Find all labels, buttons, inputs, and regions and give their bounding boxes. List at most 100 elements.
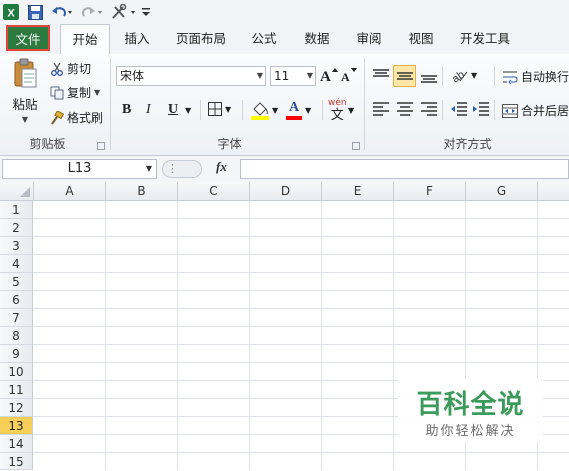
decrease-indent-icon	[450, 101, 468, 117]
tab-developer[interactable]: 开发工具	[452, 24, 518, 54]
row-header[interactable]: 15	[0, 453, 33, 470]
shrink-font-icon: A	[341, 67, 357, 83]
redo-icon[interactable]	[80, 2, 104, 22]
align-top-button[interactable]	[372, 68, 390, 84]
wrap-text-button[interactable]: 自动换行	[502, 68, 569, 85]
undo-icon[interactable]	[50, 2, 74, 22]
gridline	[177, 201, 178, 470]
row-header[interactable]: 14	[0, 435, 33, 453]
font-color-glyph: A	[289, 100, 300, 115]
name-box[interactable]: L13 ▼	[2, 159, 157, 179]
gridline	[33, 452, 569, 453]
phonetic-guide-button[interactable]: wén 文	[328, 98, 347, 123]
tab-file[interactable]: 文件	[6, 25, 50, 51]
row-header[interactable]: 6	[0, 291, 33, 309]
bold-button[interactable]: B	[122, 102, 131, 118]
row-header[interactable]: 2	[0, 219, 33, 237]
tab-review[interactable]: 审阅	[346, 24, 392, 54]
merge-center-button[interactable]: 合并后居	[502, 102, 569, 119]
borders-button[interactable]: ▼	[208, 102, 231, 116]
divider	[494, 66, 495, 86]
tab-insert[interactable]: 插入	[112, 24, 162, 54]
gridline	[33, 326, 569, 327]
gridline	[33, 236, 569, 237]
orientation-button[interactable]: ab ▼	[450, 67, 477, 83]
font-dialog-launcher-icon[interactable]	[352, 142, 360, 150]
decrease-indent-button[interactable]	[450, 101, 468, 117]
align-bottom-button[interactable]	[420, 68, 438, 84]
quick-access-toolbar: X	[0, 0, 569, 24]
merge-center-label: 合并后居	[521, 104, 569, 118]
copy-label: 复制	[67, 86, 92, 100]
row-header[interactable]: 9	[0, 345, 33, 363]
align-middle-button[interactable]	[393, 65, 416, 87]
tab-page-layout[interactable]: 页面布局	[166, 24, 236, 54]
gridline	[33, 290, 569, 291]
row-header[interactable]: 1	[0, 201, 33, 219]
ribbon: 粘贴 ▼ 剪切 复制 ▼ 格式刷 剪贴板 宋体 ▼ 11 ▼ A A B I U…	[0, 54, 569, 156]
svg-text:A: A	[341, 70, 350, 83]
phonetic-dropdown-icon[interactable]: ▼	[348, 106, 354, 115]
align-top-icon	[372, 68, 390, 84]
clipboard-dialog-launcher-icon[interactable]	[97, 142, 105, 150]
font-color-icon: A	[286, 100, 302, 120]
clipboard-group-label: 剪贴板	[29, 137, 66, 151]
scissors-icon	[50, 62, 64, 76]
formula-input[interactable]	[240, 159, 569, 179]
row-header[interactable]: 5	[0, 273, 33, 291]
svg-text:X: X	[7, 8, 15, 20]
save-icon[interactable]	[26, 2, 44, 22]
tab-home[interactable]: 开始	[60, 24, 110, 55]
fill-color-button[interactable]: ▼	[251, 100, 278, 120]
column-header[interactable]: D	[250, 182, 322, 201]
tab-formulas[interactable]: 公式	[240, 24, 288, 54]
align-center-icon	[396, 101, 414, 117]
row-header[interactable]: 8	[0, 327, 33, 345]
underline-dropdown-icon[interactable]: ▼	[185, 106, 191, 115]
gridline	[321, 201, 322, 470]
format-painter-button[interactable]: 格式刷	[50, 109, 103, 126]
font-color-button[interactable]: A ▼	[286, 100, 311, 120]
font-size-value: 11	[274, 69, 290, 83]
wrap-text-label: 自动换行	[521, 70, 569, 84]
align-right-button[interactable]	[420, 101, 438, 117]
column-header[interactable]: B	[106, 182, 178, 201]
row-header[interactable]: 12	[0, 399, 33, 417]
formula-bar-resize-handle[interactable]: ⋮	[162, 160, 202, 178]
tools-icon[interactable]	[110, 2, 138, 22]
column-header[interactable]: G	[466, 182, 538, 201]
tab-view[interactable]: 视图	[398, 24, 444, 54]
cut-button[interactable]: 剪切	[50, 60, 91, 77]
font-name-select[interactable]: 宋体 ▼	[116, 66, 266, 86]
paste-button[interactable]: 粘贴 ▼	[6, 58, 44, 124]
column-header[interactable]: E	[322, 182, 394, 201]
row-header[interactable]: 7	[0, 309, 33, 327]
customize-icon[interactable]	[140, 2, 152, 22]
select-all-corner[interactable]	[0, 182, 34, 201]
align-center-button[interactable]	[396, 101, 414, 117]
excel-logo-icon[interactable]: X	[2, 2, 20, 22]
copy-button[interactable]: 复制 ▼	[50, 84, 100, 101]
italic-button[interactable]: I	[146, 102, 151, 118]
decrease-font-size-button[interactable]: A	[341, 67, 357, 83]
column-header[interactable]	[538, 182, 569, 201]
gridline	[33, 254, 569, 255]
increase-indent-button[interactable]	[472, 101, 490, 117]
underline-button[interactable]: U	[168, 102, 178, 118]
column-header[interactable]: F	[394, 182, 466, 201]
font-size-select[interactable]: 11 ▼	[270, 66, 316, 86]
gridline	[33, 344, 569, 345]
tab-data[interactable]: 数据	[294, 24, 340, 54]
insert-function-button[interactable]: fx	[216, 159, 227, 175]
align-left-button[interactable]	[372, 101, 390, 117]
row-header[interactable]: 10	[0, 363, 33, 381]
row-header-active[interactable]: 13	[0, 417, 33, 435]
row-header[interactable]: 4	[0, 255, 33, 273]
row-header[interactable]: 11	[0, 381, 33, 399]
column-header[interactable]: C	[178, 182, 250, 201]
increase-font-size-button[interactable]: A	[320, 67, 338, 83]
row-header[interactable]: 3	[0, 237, 33, 255]
phonetic-char: 文	[330, 108, 344, 123]
increase-indent-icon	[472, 101, 490, 117]
column-header[interactable]: A	[34, 182, 106, 201]
